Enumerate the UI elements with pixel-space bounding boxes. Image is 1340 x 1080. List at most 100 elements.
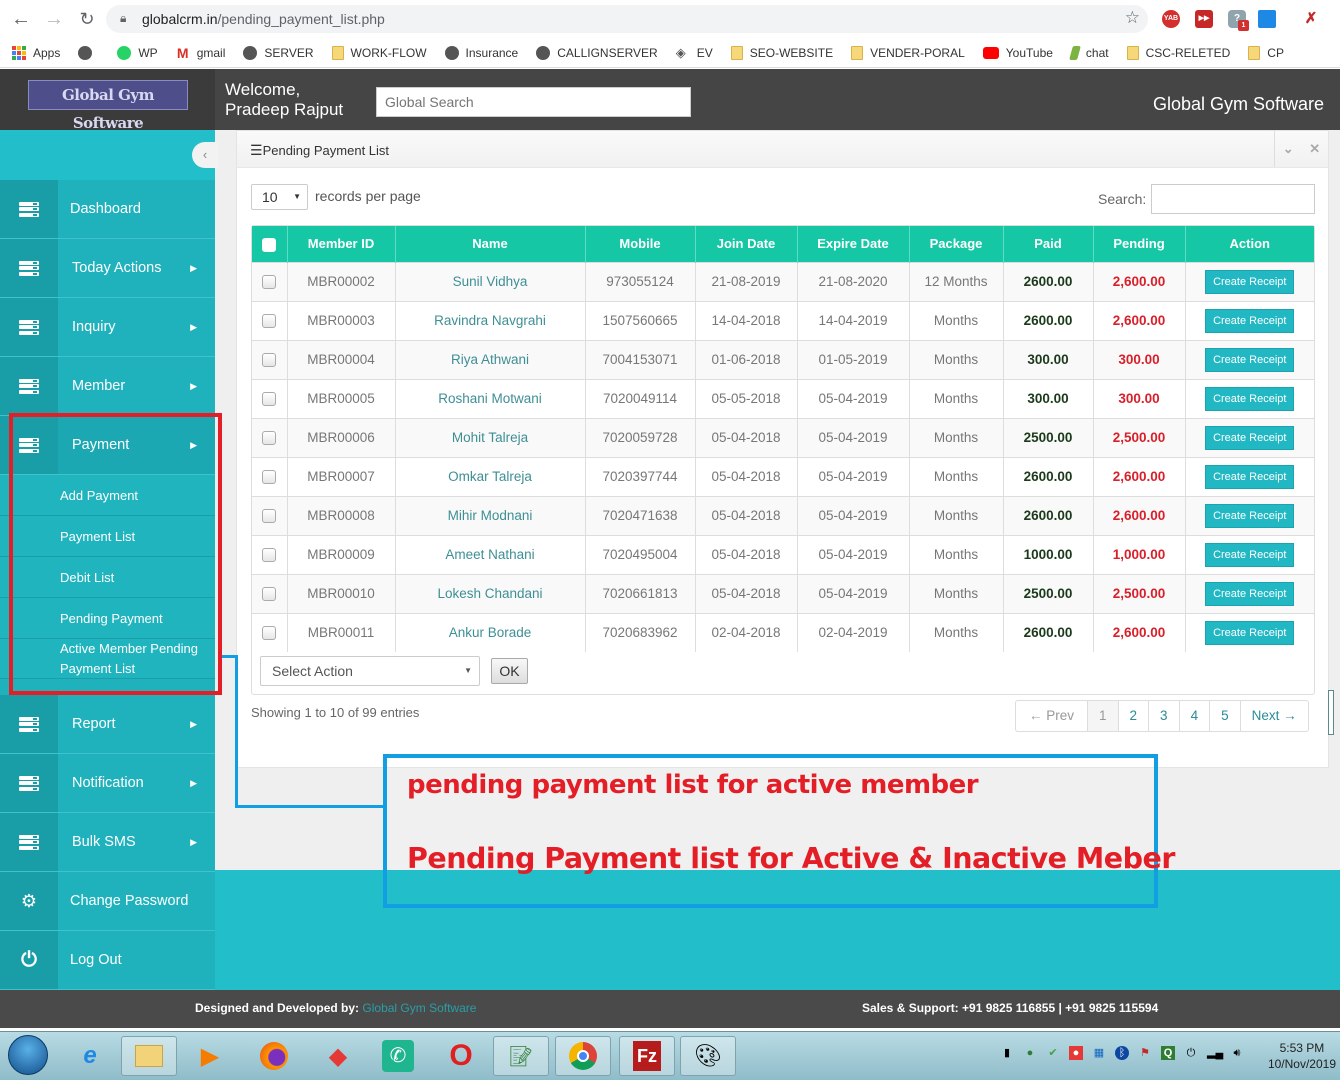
bookmark-item[interactable]: CSC-RELETED [1126,45,1230,60]
cell-name[interactable]: Omkar Talreja [395,456,586,496]
records-per-page-select[interactable]: 10 ▼ [251,184,308,210]
pagination-prev[interactable]: ← Prev [1016,701,1089,731]
bookmark-item[interactable]: YouTube [982,46,1053,60]
cell-name[interactable]: Riya Athwani [395,339,586,379]
back-arrow-icon[interactable]: ← [10,8,32,30]
table-search-input[interactable] [1151,184,1315,214]
pagination-page[interactable]: 1 [1088,701,1119,731]
logo[interactable]: Global Gym Software [28,80,188,132]
sidebar-item-report[interactable]: Report ▶ [0,695,215,754]
create-receipt-button[interactable]: Create Receipt [1205,581,1295,606]
bookmark-item[interactable]: SEO-WEBSITE [730,45,833,60]
pagination-page[interactable]: 3 [1149,701,1180,731]
sidebar-item-bulk-sms[interactable]: Bulk SMS ▶ [0,813,215,872]
submenu-item-active-member-pending-payment-list[interactable]: Active Member Pending Payment List [0,639,215,679]
create-receipt-button[interactable]: Create Receipt [1205,269,1295,294]
power-plug-icon[interactable]: ⏻ [1184,1046,1198,1060]
pagination-next[interactable]: Next → [1241,701,1308,731]
address-bar[interactable]: 🔒︎ globalcrm.in/pending_payment_list.php… [106,5,1148,33]
create-receipt-button[interactable]: Create Receipt [1205,308,1295,333]
sidebar-item-log-out[interactable]: ⏻ Log Out [0,931,215,990]
create-receipt-button[interactable]: Create Receipt [1205,347,1295,372]
sidebar-item-dashboard[interactable]: Dashboard [0,180,215,239]
forward-arrow-icon[interactable]: → [43,8,65,30]
row-checkbox[interactable] [262,431,277,446]
pagination-page[interactable]: 2 [1119,701,1150,731]
row-checkbox[interactable] [262,509,277,524]
row-checkbox[interactable] [262,470,277,485]
bookmark-item[interactable]: CALLIGNSERVER [536,45,658,60]
cell-name[interactable]: Mihir Modnani [395,495,586,535]
bookmark-item[interactable]: WORK-FLOW [331,45,427,60]
row-checkbox[interactable] [262,626,277,641]
row-checkbox[interactable] [262,275,277,290]
action-center-flag-icon[interactable]: ⚑ [1138,1046,1152,1060]
q-app-icon[interactable]: Q [1161,1046,1175,1060]
pagination-page[interactable]: 5 [1210,701,1241,731]
firefox-icon[interactable] [246,1036,302,1076]
blocked-extension-icon[interactable]: ✗ [1302,10,1320,28]
cell-name[interactable]: Ameet Nathani [395,534,586,574]
sidebar-item-payment[interactable]: Payment ▶ [0,416,215,475]
chrome-icon[interactable] [555,1036,611,1076]
screenshot-extension-icon[interactable] [1258,10,1276,28]
volume-icon[interactable]: 🔊︎ [1230,1046,1244,1060]
row-checkbox[interactable] [262,353,277,368]
create-receipt-button[interactable]: Create Receipt [1205,464,1295,489]
submenu-item-pending-payment[interactable]: Pending Payment [0,598,215,639]
windows-start-icon[interactable] [8,1035,48,1075]
paint-icon[interactable]: 🎨︎ [680,1036,736,1076]
bookmark-item[interactable]: chat [1069,45,1109,60]
close-icon[interactable]: ✕ [1309,141,1320,157]
ok-button[interactable]: OK [491,658,528,684]
global-search-input[interactable] [376,87,691,117]
cell-name[interactable]: Ankur Borade [395,612,586,652]
keyboard-layout-icon[interactable]: ▦ [1092,1046,1106,1060]
remote-icon[interactable]: ● [1069,1046,1083,1060]
cell-name[interactable]: Ravindra Navgrahi [395,300,586,340]
submenu-item-add-payment[interactable]: Add Payment [0,475,215,516]
bookmark-item[interactable]: WP [117,45,158,60]
whatsapp-icon[interactable]: ✆ [370,1036,426,1076]
sidebar-item-notification[interactable]: Notification ▶ [0,754,215,813]
signal-icon[interactable]: ▂▄ [1207,1046,1223,1060]
bookmark-item[interactable]: Mgmail [176,46,226,60]
select-all-checkbox[interactable] [262,237,277,252]
cell-name[interactable]: Roshani Motwani [395,378,586,418]
bulk-action-select[interactable]: Select Action ▼ [260,656,480,686]
collapse-chevron-down-icon[interactable]: ⌄ [1283,141,1294,157]
fastforward-extension-icon[interactable]: ▶▶ [1195,10,1213,28]
create-receipt-button[interactable]: Create Receipt [1205,542,1295,567]
media-player-icon[interactable]: ▶ [182,1036,238,1076]
reload-icon[interactable]: ↻ [76,8,98,30]
yab-extension-icon[interactable]: YAB [1162,10,1180,28]
cell-name[interactable]: Lokesh Chandani [395,573,586,613]
row-checkbox[interactable] [262,587,277,602]
bookmark-item[interactable]: Insurance [444,45,518,60]
cell-name[interactable]: Sunil Vidhya [395,261,586,301]
network-globe-icon[interactable]: ● [1023,1046,1037,1060]
footer-brand-link[interactable]: Global Gym Software [362,1001,476,1015]
usb-icon[interactable]: ▮ [1000,1046,1014,1060]
checkmark-icon[interactable]: ✔ [1046,1046,1060,1060]
bookmark-star-icon[interactable]: ☆ [1125,8,1140,28]
bookmark-item[interactable] [78,45,99,60]
submenu-item-debit-list[interactable]: Debit List [0,557,215,598]
create-receipt-button[interactable]: Create Receipt [1205,386,1295,411]
bookmark-item[interactable]: SERVER [243,45,314,60]
row-checkbox[interactable] [262,392,277,407]
clock[interactable]: 5:53 PM 10/Nov/2019 [1268,1040,1336,1072]
anydesk-icon[interactable]: ◆ [310,1036,366,1076]
page-scrollbar[interactable] [1328,690,1334,735]
sidebar-item-change-password[interactable]: ⚙ Change Password [0,872,215,931]
cell-name[interactable]: Mohit Talreja [395,417,586,457]
opera-icon[interactable]: O [433,1036,489,1076]
notepad-plus-plus-icon[interactable]: 📝︎ [493,1036,549,1076]
create-receipt-button[interactable]: Create Receipt [1205,620,1295,645]
sidebar-collapse-chevron-icon[interactable]: ‹ [192,142,218,168]
internet-explorer-icon[interactable]: e [62,1036,118,1076]
bookmark-item[interactable]: ◈ EV [676,45,713,60]
bluetooth-icon[interactable]: ᛒ [1115,1046,1129,1060]
sidebar-item-member[interactable]: Member ▶ [0,357,215,416]
bookmark-item[interactable]: Apps [12,45,60,60]
